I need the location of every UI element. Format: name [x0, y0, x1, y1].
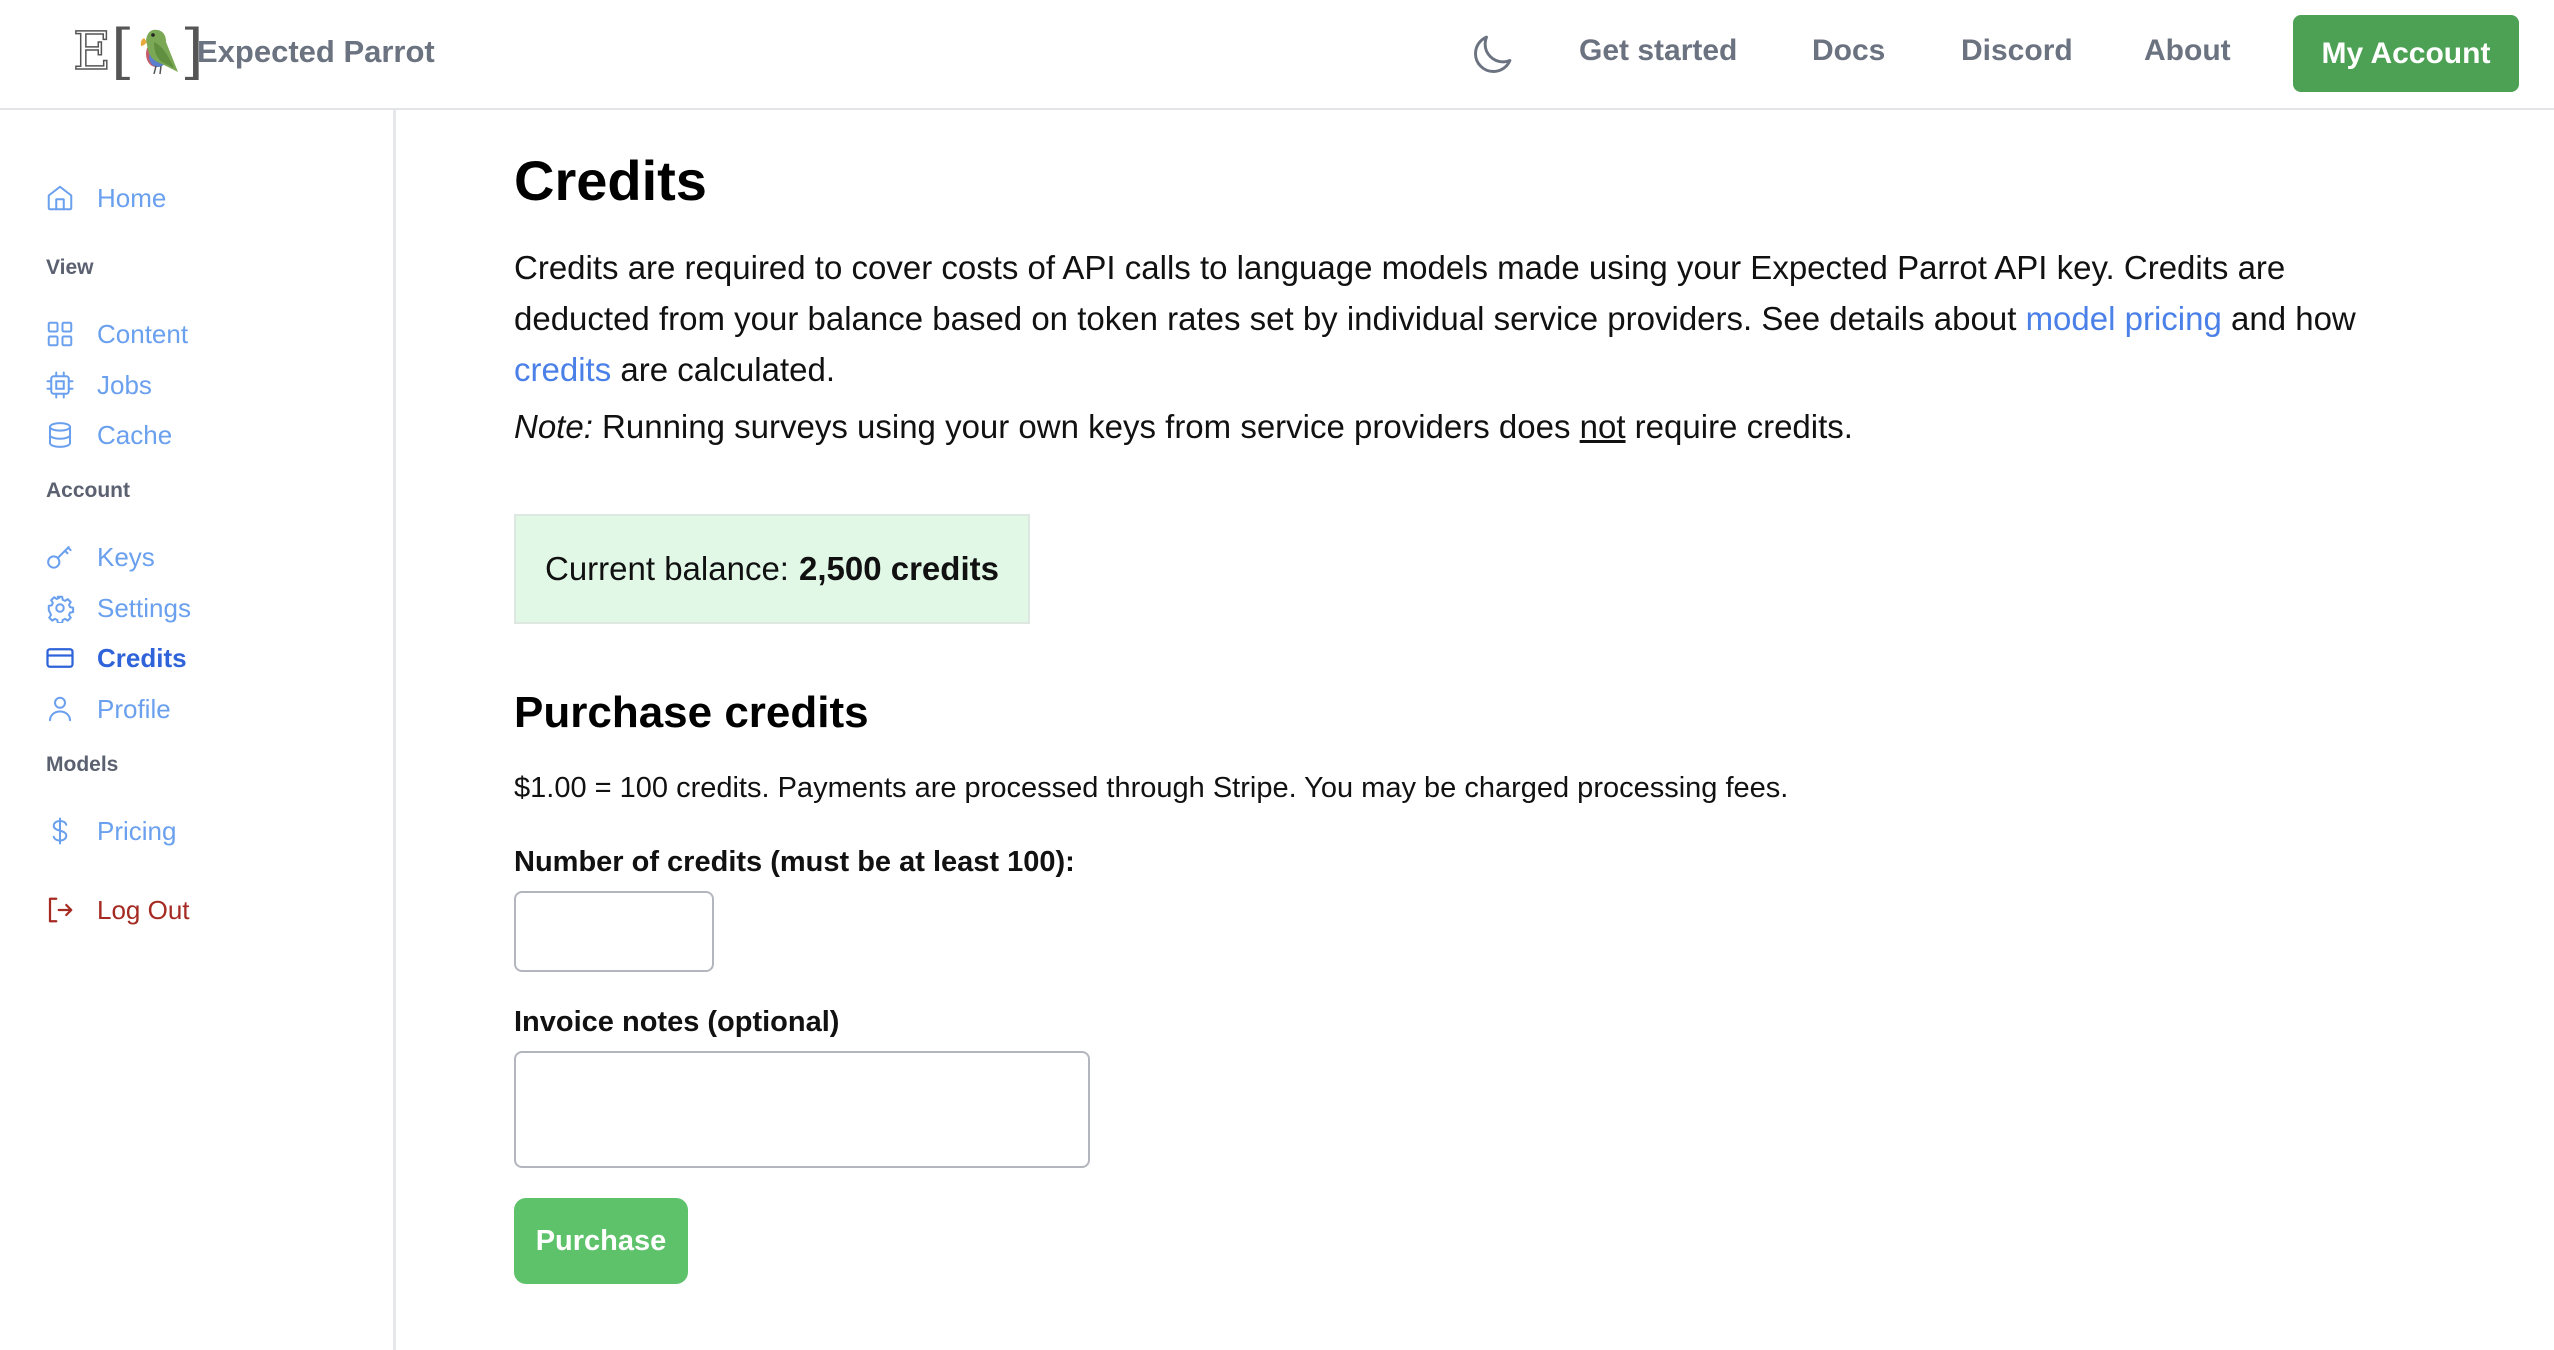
sidebar-item-label: Log Out: [97, 894, 190, 925]
sidebar-item-home[interactable]: Home: [45, 178, 166, 218]
intro-text: Credits are required to cover costs of A…: [514, 249, 2286, 337]
top-header: E [ ] Expected Parrot Get started Docs D…: [0, 0, 2554, 110]
sidebar-item-label: Pricing: [97, 815, 177, 846]
sidebar-item-label: Profile: [97, 693, 171, 724]
nav-docs[interactable]: Docs: [1812, 34, 1885, 68]
sidebar-item-settings[interactable]: Settings: [45, 588, 191, 628]
gear-icon: [47, 595, 75, 623]
price-info: $1.00 = 100 credits. Payments are proces…: [514, 772, 1789, 804]
key-icon: [47, 546, 72, 569]
sidebar-item-credits[interactable]: Credits: [45, 638, 187, 678]
logo-letter: E: [72, 22, 111, 82]
logout-icon: [48, 897, 73, 923]
my-account-button[interactable]: My Account: [2293, 15, 2519, 92]
sidebar-item-label: Home: [97, 182, 167, 213]
invoice-notes-input[interactable]: [514, 1051, 1090, 1168]
sidebar-item-label: Settings: [97, 592, 191, 623]
sidebar-item-label: Keys: [97, 541, 155, 572]
purchase-heading: Purchase credits: [514, 688, 869, 737]
intro-text: are calculated.: [611, 351, 836, 388]
nav-get-started[interactable]: Get started: [1579, 34, 1737, 68]
intro-paragraph: Credits are required to cover costs of A…: [514, 242, 2414, 395]
credits-link[interactable]: credits: [514, 351, 611, 388]
note-text: require credits.: [1625, 408, 1853, 445]
note-emphasis: not: [1579, 408, 1626, 445]
cpu-chip-icon: [46, 371, 74, 399]
sidebar-item-label: Cache: [97, 419, 173, 450]
sidebar-section-view: View: [46, 256, 94, 279]
page-title: Credits: [514, 149, 707, 212]
intro-text: and how: [2221, 300, 2356, 337]
brand-name[interactable]: Expected Parrot: [197, 34, 435, 70]
sidebar-item-label: Credits: [97, 642, 187, 673]
note-label: Note:: [514, 408, 593, 445]
sidebar-item-label: Jobs: [97, 369, 152, 400]
model-pricing-link[interactable]: model pricing: [2026, 300, 2222, 337]
grid-icon: [47, 321, 73, 347]
sidebar-item-pricing[interactable]: Pricing: [45, 811, 176, 851]
invoice-notes-label: Invoice notes (optional): [514, 1006, 840, 1038]
nav-discord[interactable]: Discord: [1961, 34, 2073, 68]
current-balance-box: Current balance: 2,500 credits: [514, 514, 1030, 624]
dollar-icon: [52, 817, 68, 845]
sidebar: Home View Content Jobs Cache Account Key…: [0, 110, 396, 1350]
purchase-button[interactable]: Purchase: [514, 1198, 688, 1284]
sidebar-item-jobs[interactable]: Jobs: [45, 365, 152, 405]
sidebar-section-account: Account: [46, 479, 130, 502]
credits-input[interactable]: [514, 891, 714, 972]
sidebar-item-cache[interactable]: Cache: [45, 415, 172, 455]
user-icon: [49, 696, 71, 722]
note-text: Running surveys using your own keys from…: [592, 408, 1580, 445]
nav-about[interactable]: About: [2144, 34, 2231, 68]
parrot-icon: [141, 29, 179, 75]
database-icon: [49, 422, 71, 448]
sidebar-item-logout[interactable]: Log Out: [45, 890, 190, 930]
moon-icon[interactable]: [1470, 33, 1514, 77]
logo-bracket-left: [: [110, 17, 135, 87]
balance-value: 2,500 credits: [798, 550, 999, 587]
credit-card-icon: [46, 648, 74, 668]
credits-label: Number of credits (must be at least 100)…: [514, 846, 1075, 878]
note-paragraph: Note: Running surveys using your own key…: [514, 408, 1853, 446]
sidebar-item-label: Content: [97, 318, 189, 349]
home-icon: [47, 185, 73, 211]
logo[interactable]: E [ ]: [72, 17, 204, 87]
sidebar-item-profile[interactable]: Profile: [45, 689, 171, 729]
balance-label: Current balance:: [545, 550, 789, 587]
sidebar-item-content[interactable]: Content: [45, 314, 188, 354]
sidebar-section-models: Models: [46, 753, 119, 776]
sidebar-item-keys[interactable]: Keys: [45, 537, 155, 577]
